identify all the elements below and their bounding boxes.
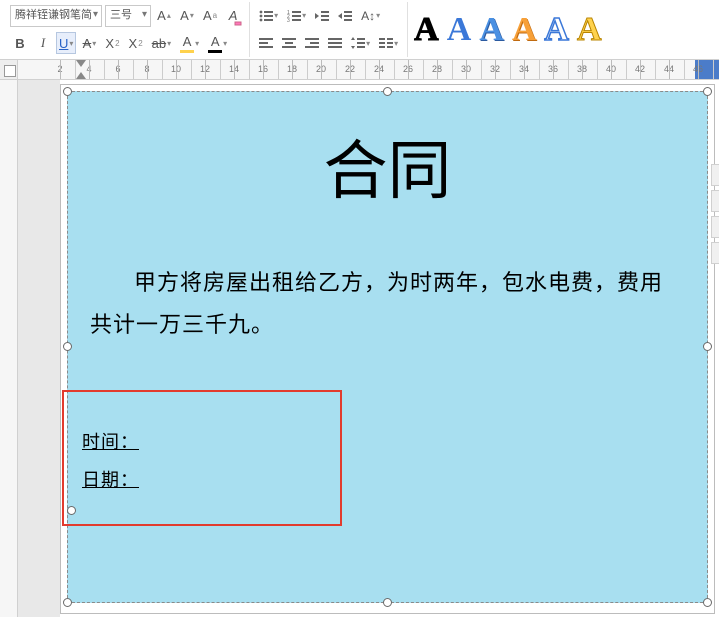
horizontal-ruler[interactable]: 2468101214161820222426283032343638404244…: [18, 60, 719, 79]
outdent-icon: [315, 10, 329, 22]
superscript-button[interactable]: X2: [102, 32, 122, 54]
text-box[interactable]: 合同 甲方将房屋出租给乙方，为时两年，包水电费，费用共计一万三千九。 时间： 日…: [67, 91, 708, 603]
wordart-style-4[interactable]: A: [512, 13, 537, 47]
right-side-tabs: [711, 164, 719, 364]
increase-indent-button[interactable]: [335, 5, 355, 27]
align-center-button[interactable]: [279, 32, 299, 54]
resize-handle-tl[interactable]: [63, 87, 72, 96]
wordart-gallery: A A A A A A: [408, 2, 607, 57]
field-time[interactable]: 时间：: [82, 428, 139, 454]
text-direction-button[interactable]: A↕: [358, 5, 383, 27]
wordart-style-3[interactable]: A: [479, 13, 504, 47]
emphasis-mark-button[interactable]: ab: [149, 32, 174, 54]
annotation-red-box: [62, 390, 342, 526]
ruler-corner[interactable]: [0, 60, 18, 79]
side-tab-1[interactable]: [711, 164, 719, 186]
left-gutter: [18, 80, 60, 617]
wordart-style-1[interactable]: A: [414, 13, 439, 47]
side-tab-3[interactable]: [711, 216, 719, 238]
document-title[interactable]: 合同: [90, 120, 685, 212]
numbered-list-button[interactable]: 123: [284, 5, 309, 27]
paragraph-group: 123 A↕: [250, 2, 408, 57]
highlight-color-button[interactable]: A: [177, 32, 202, 54]
line-spacing-icon: [351, 37, 365, 49]
shrink-font-button[interactable]: A▾: [177, 5, 197, 27]
font-family-select[interactable]: 腾祥铚谦钢笔简: [10, 5, 102, 27]
align-left-icon: [259, 37, 273, 49]
wordart-style-5[interactable]: A: [544, 13, 569, 47]
field-date[interactable]: 日期：: [82, 466, 139, 492]
align-right-icon: [305, 37, 319, 49]
page: 合同 甲方将房屋出租给乙方，为时两年，包水电费，费用共计一万三千九。 时间： 日…: [60, 84, 715, 614]
numbered-list-icon: 123: [287, 10, 301, 22]
bold-button[interactable]: B: [10, 32, 30, 54]
underline-button[interactable]: U: [56, 32, 76, 54]
resize-handle-tr[interactable]: [703, 87, 712, 96]
cursor-handle[interactable]: [67, 506, 76, 515]
first-line-indent-marker[interactable]: [76, 60, 86, 67]
side-tab-2[interactable]: [711, 190, 719, 212]
font-size-select[interactable]: 三号: [105, 5, 151, 27]
strikethrough-button[interactable]: A: [79, 32, 99, 54]
wordart-style-2[interactable]: A: [447, 13, 472, 47]
side-tab-4[interactable]: [711, 242, 719, 264]
align-left-button[interactable]: [256, 32, 276, 54]
svg-text:3: 3: [287, 18, 290, 22]
grow-font-button[interactable]: A▴: [154, 5, 174, 27]
document-body-paragraph[interactable]: 甲方将房屋出租给乙方，为时两年，包水电费，费用共计一万三千九。: [90, 262, 685, 346]
resize-handle-bm[interactable]: [383, 598, 392, 607]
columns-button[interactable]: [376, 32, 401, 54]
resize-handle-bl[interactable]: [63, 598, 72, 607]
align-center-icon: [282, 37, 296, 49]
horizontal-ruler-area: 2468101214161820222426283032343638404244…: [0, 60, 719, 80]
subscript-button[interactable]: X2: [126, 32, 146, 54]
bullet-list-button[interactable]: [256, 5, 281, 27]
ribbon-toolbar: 腾祥铚谦钢笔简 三号 A▴ A▾ Aa A B I U A X2 X2 ab A: [0, 0, 719, 60]
vertical-ruler[interactable]: [0, 80, 18, 617]
decrease-indent-button[interactable]: [312, 5, 332, 27]
resize-handle-ml[interactable]: [63, 342, 72, 351]
resize-handle-tm[interactable]: [383, 87, 392, 96]
columns-icon: [379, 37, 393, 49]
indent-icon: [338, 10, 352, 22]
font-color-button[interactable]: A: [205, 32, 230, 54]
align-justify-icon: [328, 37, 342, 49]
align-justify-button[interactable]: [325, 32, 345, 54]
clear-formatting-button[interactable]: A: [223, 5, 243, 27]
document-workspace: 合同 甲方将房屋出租给乙方，为时两年，包水电费，费用共计一万三千九。 时间： 日…: [0, 80, 719, 617]
hanging-indent-marker[interactable]: [76, 72, 86, 79]
bullet-list-icon: [259, 10, 273, 22]
wordart-style-6[interactable]: A: [577, 13, 602, 47]
italic-button[interactable]: I: [33, 32, 53, 54]
resize-handle-br[interactable]: [703, 598, 712, 607]
align-right-button[interactable]: [302, 32, 322, 54]
line-spacing-button[interactable]: [348, 32, 373, 54]
change-case-button[interactable]: Aa: [200, 5, 220, 27]
font-group: 腾祥铚谦钢笔简 三号 A▴ A▾ Aa A B I U A X2 X2 ab A: [4, 2, 250, 57]
